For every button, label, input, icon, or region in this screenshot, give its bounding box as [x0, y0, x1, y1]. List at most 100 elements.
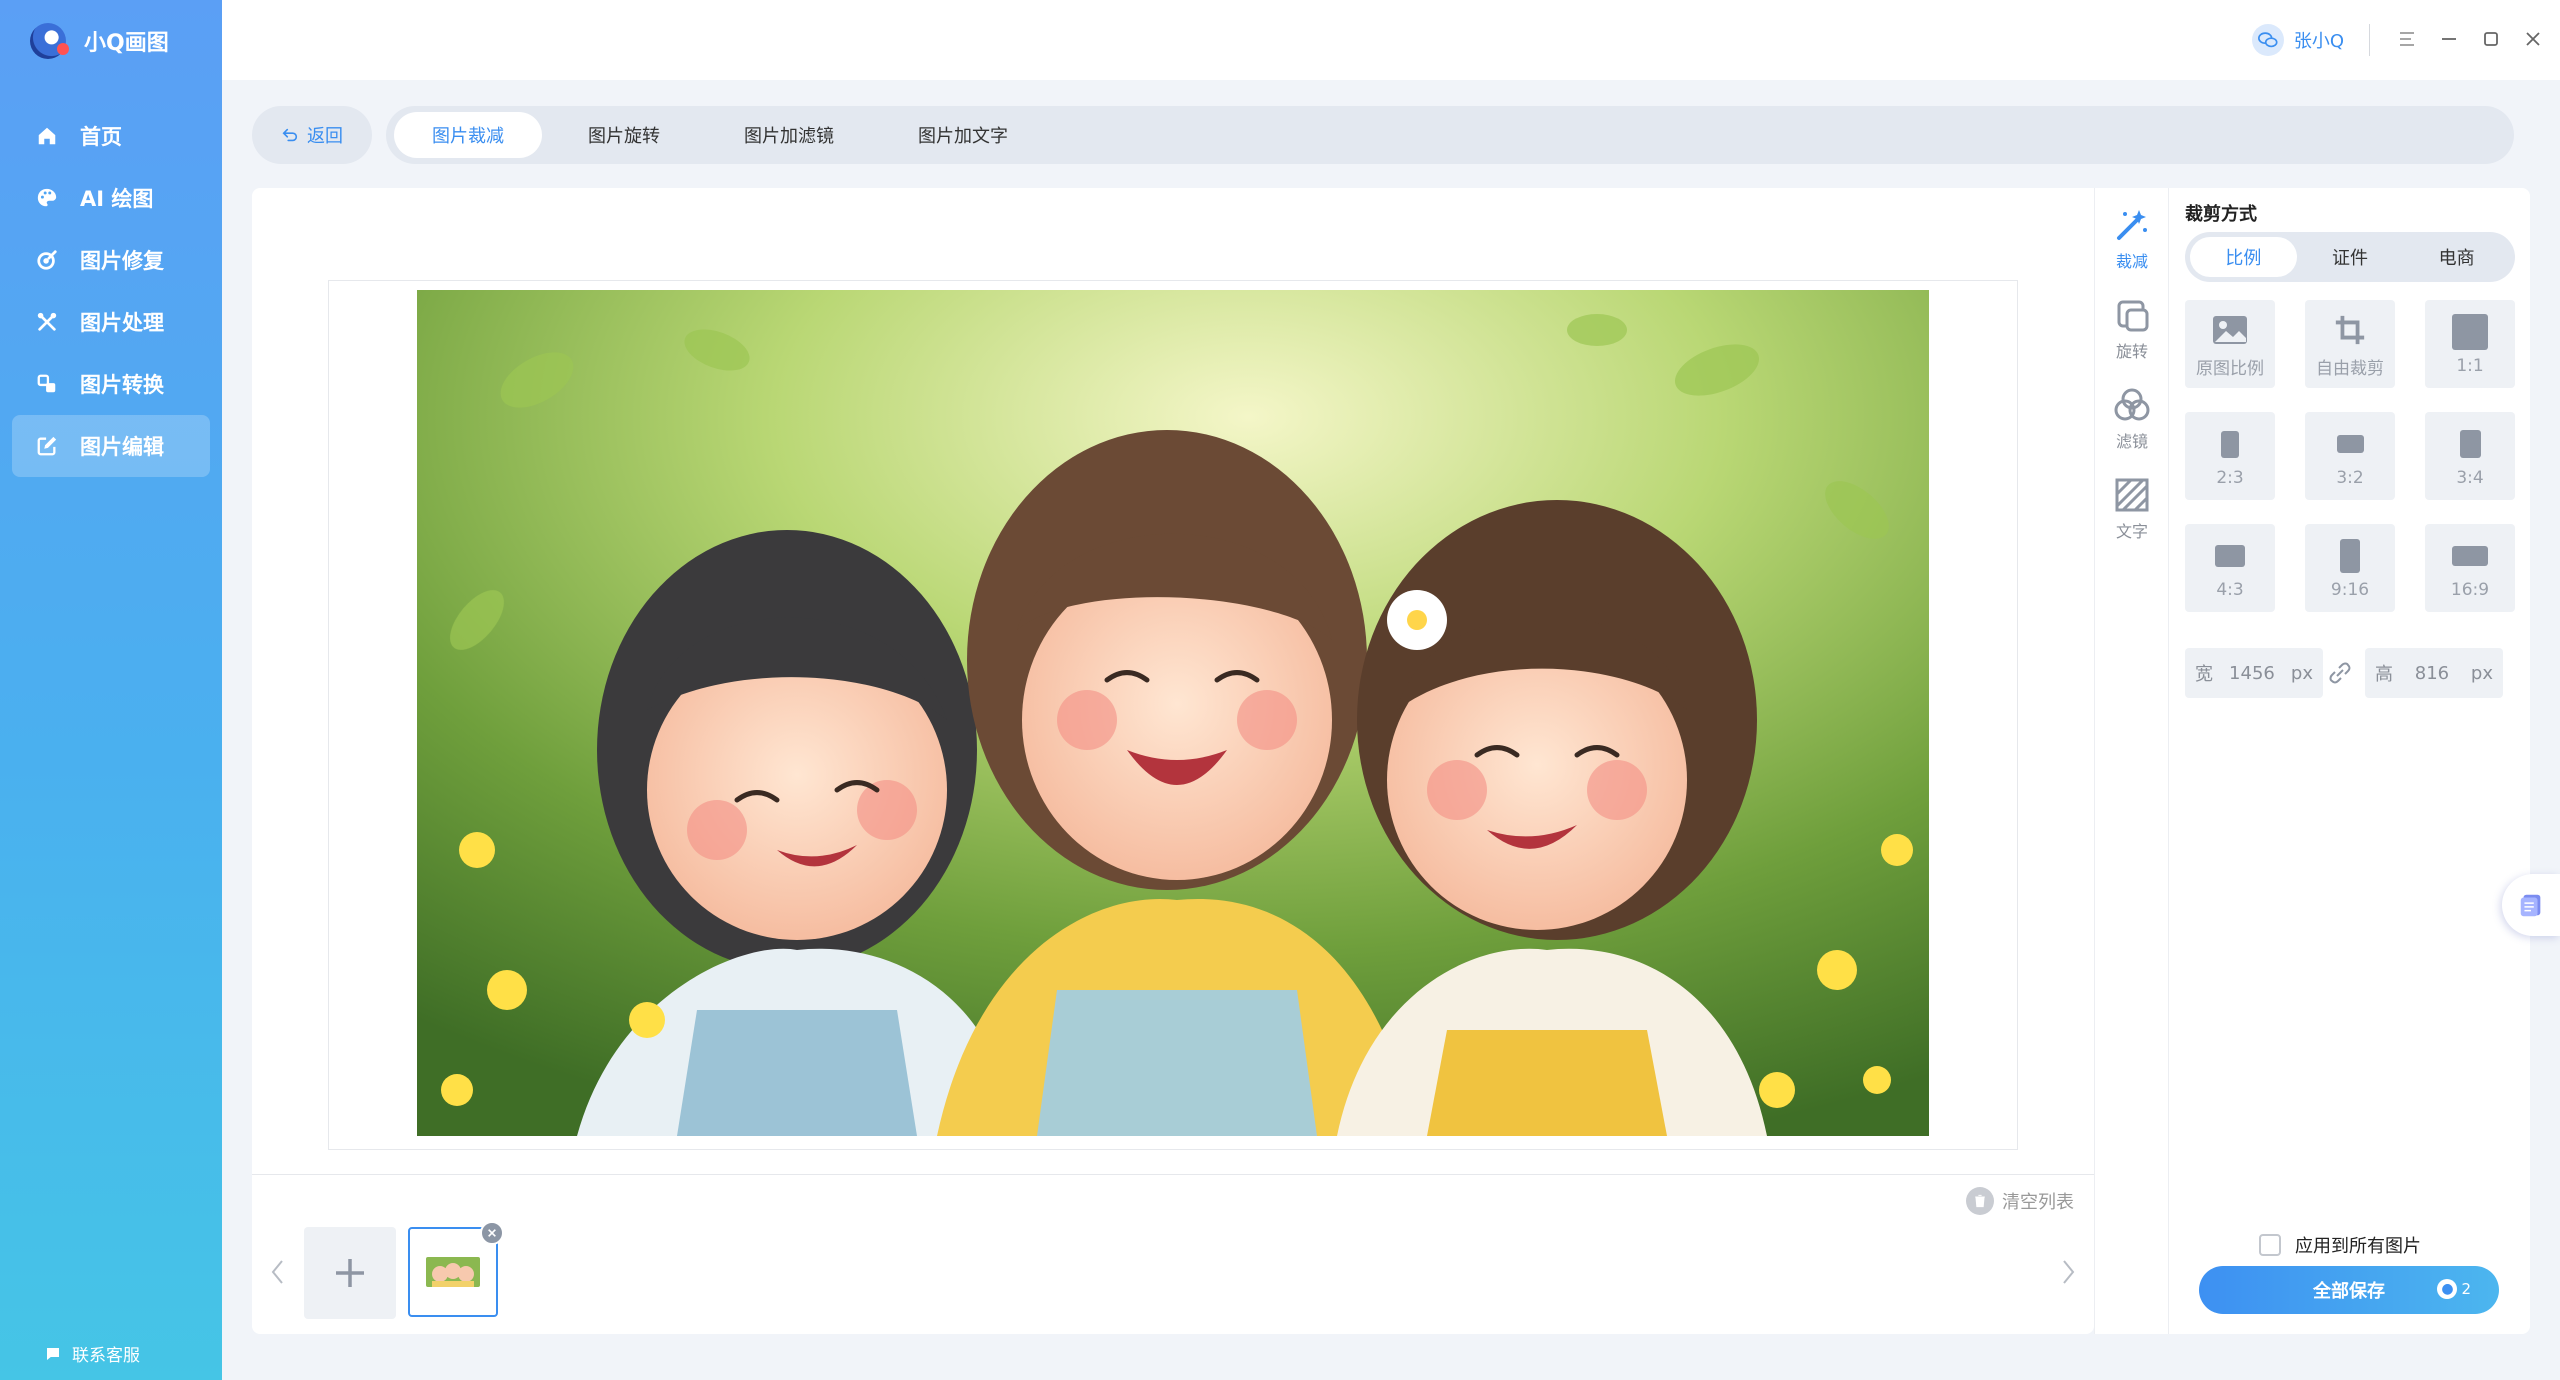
palette-icon — [36, 187, 58, 209]
ratio-2-3[interactable]: 2:3 — [2185, 412, 2275, 500]
crop-icon — [2333, 310, 2367, 350]
rail-label: 旋转 — [2115, 342, 2148, 361]
coin-badge: ● 2 — [2437, 1279, 2471, 1299]
titlebar-divider — [2369, 24, 2370, 56]
mode-ecommerce[interactable]: 电商 — [2403, 237, 2510, 277]
link-ratio-icon[interactable] — [2327, 660, 2353, 686]
ratio-9-16[interactable]: 9:16 — [2305, 524, 2395, 612]
ratio-16-9-shape — [2452, 546, 2488, 566]
rail-item-filter[interactable]: 滤镜 — [2095, 386, 2169, 466]
user-profile[interactable]: 张小Q — [2251, 24, 2344, 56]
ratio-original[interactable]: 原图比例 — [2185, 300, 2275, 388]
sidebar-item-process[interactable]: 图片处理 — [12, 291, 210, 353]
sidebar-item-edit[interactable]: 图片编辑 — [12, 415, 210, 477]
close-icon[interactable] — [2522, 28, 2544, 50]
save-count: 2 — [2461, 1280, 2471, 1298]
ratio-2-3-shape — [2221, 430, 2239, 458]
ratio-free[interactable]: 自由裁剪 — [2305, 300, 2395, 388]
rail-item-rotate[interactable]: 旋转 — [2095, 296, 2169, 376]
ratio-3-2-shape — [2336, 435, 2364, 453]
apply-to-all-checkbox[interactable]: 应用到所有图片 — [2259, 1232, 2421, 1258]
width-label: 宽 — [2195, 664, 2213, 685]
sidebar-nav: 首页 AI 绘图 图片修复 图片处理 图片转换 图片编辑 — [12, 105, 210, 477]
add-image-button[interactable] — [304, 1227, 396, 1319]
clear-list-button[interactable]: 清空列表 — [1966, 1187, 2074, 1215]
tools-icon — [36, 311, 58, 333]
rail-item-crop[interactable]: 裁减 — [2095, 206, 2169, 286]
rail-label: 文字 — [2115, 522, 2148, 541]
sidebar-item-label: 图片处理 — [80, 311, 164, 335]
sidebar-item-home[interactable]: 首页 — [12, 105, 210, 167]
text-icon — [2115, 478, 2149, 512]
save-all-button[interactable]: 全部保存 ● 2 — [2199, 1266, 2499, 1314]
mode-id-photo[interactable]: 证件 — [2297, 237, 2404, 277]
tab-filter[interactable]: 图片加滤镜 — [706, 112, 872, 158]
crop-frame[interactable] — [328, 280, 2018, 1150]
contact-support[interactable]: 联系客服 — [44, 1341, 140, 1366]
ratio-label: 1:1 — [2456, 356, 2484, 376]
rail-item-text[interactable]: 文字 — [2095, 476, 2169, 556]
sidebar-item-repair[interactable]: 图片修复 — [12, 229, 210, 291]
tab-rotate[interactable]: 图片旋转 — [550, 112, 698, 158]
ratio-label: 2:3 — [2216, 468, 2244, 488]
height-label: 高 — [2375, 664, 2393, 685]
sidebar-item-label: 图片修复 — [80, 249, 164, 273]
ratio-label: 3:2 — [2336, 468, 2364, 488]
prev-arrow-icon[interactable] — [266, 1255, 290, 1289]
maximize-icon[interactable] — [2480, 28, 2502, 50]
ratio-3-4[interactable]: 3:4 — [2425, 412, 2515, 500]
plus-icon — [336, 1259, 364, 1287]
rotate-icon — [2117, 300, 2149, 332]
next-arrow-icon[interactable] — [2056, 1255, 2080, 1289]
ratio-4-3[interactable]: 4:3 — [2185, 524, 2275, 612]
filter-icon — [2114, 388, 2150, 421]
remove-thumbnail-icon[interactable] — [480, 1221, 504, 1245]
rail-label: 滤镜 — [2115, 432, 2148, 451]
ratio-3-4-shape — [2459, 430, 2481, 458]
crop-settings-panel: 裁剪方式 比例 证件 电商 原图比例 自由裁剪 1:1 2:3 3:2 3:4 … — [2168, 188, 2530, 1334]
repair-icon — [36, 249, 58, 271]
sidebar-item-label: 图片编辑 — [80, 435, 164, 459]
image-thumbnail[interactable] — [408, 1221, 504, 1317]
thumbnail-image — [426, 1257, 480, 1287]
user-name: 张小Q — [2293, 31, 2344, 52]
edit-icon — [36, 435, 58, 457]
app-name: 小Q画图 — [84, 31, 169, 56]
brand[interactable]: 小Q画图 — [30, 22, 169, 60]
tab-text[interactable]: 图片加文字 — [880, 112, 1046, 158]
app-logo — [30, 23, 69, 59]
sidebar: 小Q画图 首页 AI 绘图 图片修复 图片处理 图片转换 图片编辑 联系客服 — [0, 0, 222, 1380]
magic-wand-icon — [2117, 210, 2147, 240]
width-value[interactable]: 1456 — [2213, 663, 2291, 684]
sidebar-item-ai-draw[interactable]: AI 绘图 — [12, 167, 210, 229]
image-list: 清空列表 — [252, 1174, 2094, 1334]
tool-rail: 裁减 旋转 滤镜 文字 — [2094, 188, 2168, 1334]
ratio-9-16-shape — [2340, 539, 2360, 573]
ratio-16-9[interactable]: 16:9 — [2425, 524, 2515, 612]
floating-helper-button[interactable] — [2502, 874, 2560, 936]
checkbox-box[interactable] — [2259, 1234, 2281, 1256]
height-field[interactable]: 高 816 px — [2365, 648, 2503, 698]
ratio-3-2[interactable]: 3:2 — [2305, 412, 2395, 500]
minimize-icon[interactable] — [2438, 28, 2460, 50]
ratio-4-3-shape — [2215, 545, 2245, 567]
ratio-1-1[interactable]: 1:1 — [2425, 300, 2515, 388]
back-button[interactable]: 返回 — [252, 106, 372, 164]
height-value[interactable]: 816 — [2393, 663, 2471, 684]
trash-icon — [1966, 1187, 1994, 1215]
ratio-label: 自由裁剪 — [2316, 358, 2384, 379]
coin-icon: ● — [2437, 1279, 2458, 1299]
width-field[interactable]: 宽 1456 px — [2185, 648, 2323, 698]
tab-crop[interactable]: 图片裁减 — [394, 112, 542, 158]
home-icon — [36, 125, 58, 147]
ratio-label: 3:4 — [2456, 468, 2484, 488]
mode-ratio[interactable]: 比例 — [2190, 237, 2297, 277]
sidebar-item-convert[interactable]: 图片转换 — [12, 353, 210, 415]
crop-mode-selector: 比例 证件 电商 — [2185, 232, 2515, 282]
edited-image[interactable] — [417, 290, 1929, 1136]
undo-icon — [282, 128, 298, 142]
save-all-label: 全部保存 — [2313, 1281, 2385, 1302]
sidebar-item-label: 图片转换 — [80, 373, 164, 397]
menu-icon[interactable] — [2396, 28, 2418, 50]
titlebar: 张小Q — [222, 0, 2560, 80]
